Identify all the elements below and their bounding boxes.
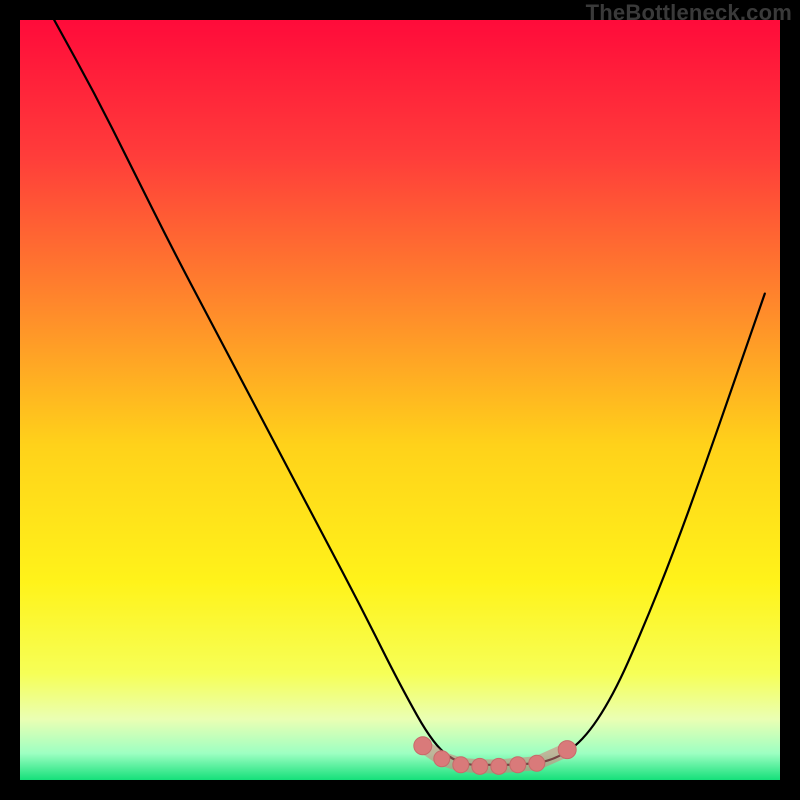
highlight-marker [414, 737, 432, 755]
highlight-marker [510, 757, 526, 773]
highlight-marker [434, 751, 450, 767]
highlight-marker [472, 758, 488, 774]
highlight-marker [558, 741, 576, 759]
bottleneck-chart [20, 20, 780, 780]
chart-frame [20, 20, 780, 780]
highlight-marker [529, 755, 545, 771]
highlight-marker [453, 757, 469, 773]
gradient-background [20, 20, 780, 780]
highlight-marker [491, 758, 507, 774]
